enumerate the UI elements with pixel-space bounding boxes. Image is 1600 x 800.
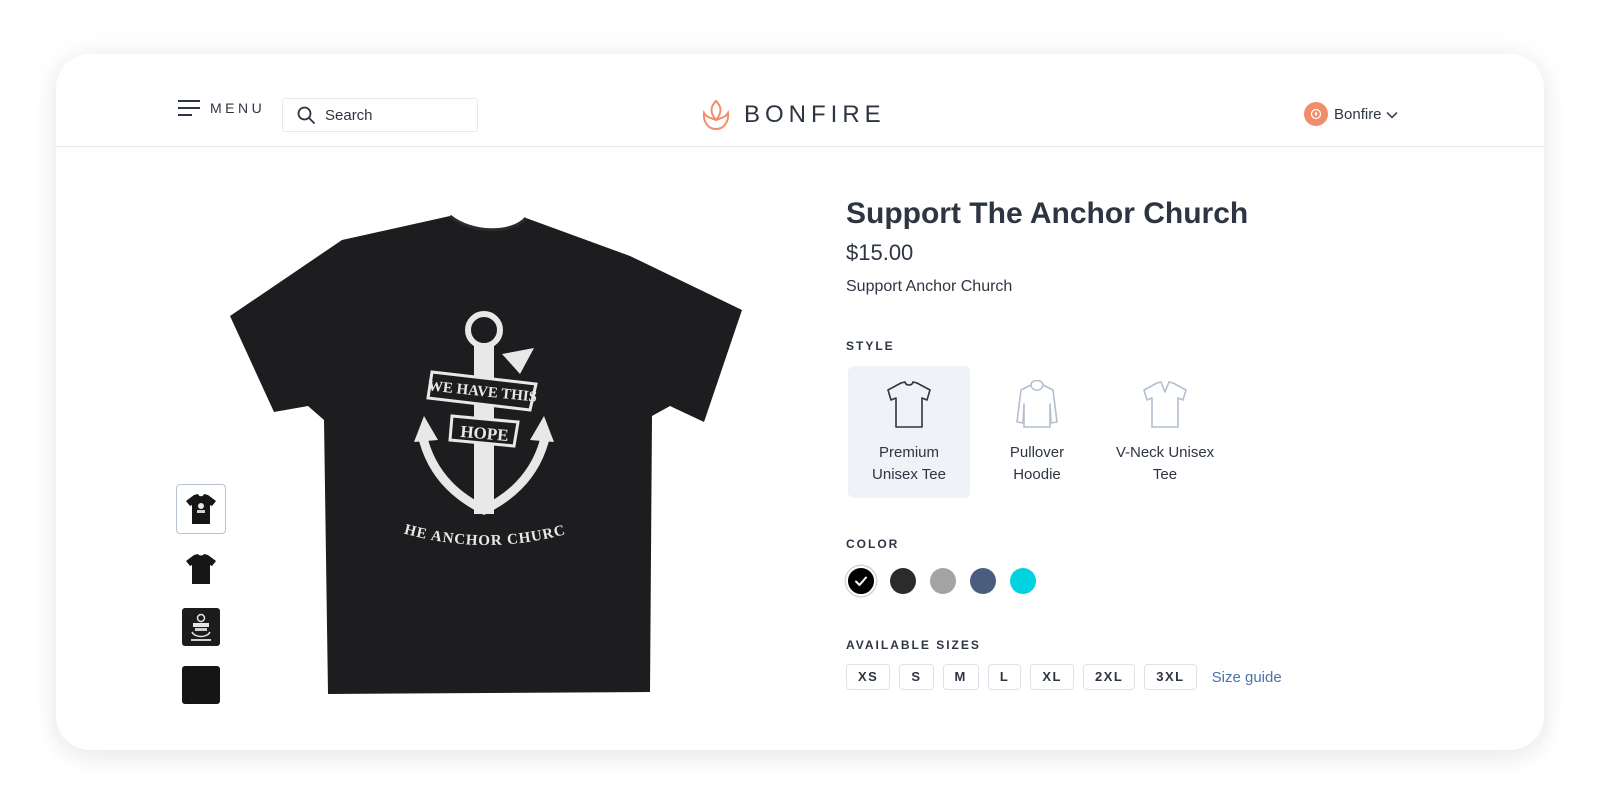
site-header: MENU BONFIRE Bonfire <box>56 54 1544 147</box>
size-option-3xl[interactable]: 3XL <box>1144 664 1197 690</box>
search-input[interactable] <box>323 105 467 125</box>
menu-button[interactable]: MENU <box>178 100 265 116</box>
style-option-premium-unisex-tee[interactable]: Premium Unisex Tee <box>848 366 970 498</box>
color-swatches <box>846 566 1050 596</box>
size-option-l[interactable]: L <box>987 664 1022 690</box>
size-option-xl[interactable]: XL <box>1030 664 1074 690</box>
size-option-s[interactable]: S <box>899 664 934 690</box>
hamburger-icon <box>178 100 200 116</box>
brand-logo[interactable]: BONFIRE <box>702 98 886 132</box>
tshirt-back-thumbnail-icon <box>186 554 216 584</box>
thumbnail-front[interactable] <box>176 484 226 534</box>
design-closeup-thumbnail-icon <box>182 608 220 646</box>
color-swatch-charcoal[interactable] <box>890 568 916 594</box>
sizes-label: AVAILABLE SIZES <box>846 638 981 652</box>
product-page-card: MENU BONFIRE Bonfire <box>56 54 1544 750</box>
search-icon <box>297 106 315 124</box>
color-swatch-black[interactable] <box>846 566 876 596</box>
tshirt-front-thumbnail-icon <box>186 494 216 524</box>
size-option-2xl[interactable]: 2XL <box>1082 664 1136 690</box>
color-swatch-cyan[interactable] <box>1010 568 1036 594</box>
thumbnail-fabric[interactable] <box>176 660 226 710</box>
avatar <box>1304 102 1328 126</box>
product-details: Support The Anchor Church $15.00 Support… <box>846 196 1486 690</box>
brand-name: BONFIRE <box>744 101 886 128</box>
style-options: Premium Unisex Tee Pullover Hoodie V-Nec… <box>848 366 1232 498</box>
style-option-label: V-Neck Unisex Tee <box>1115 444 1215 483</box>
chevron-down-icon <box>1386 111 1398 119</box>
size-guide-link[interactable]: Size guide <box>1212 669 1282 686</box>
size-options: XS S M L XL 2XL 3XL Size guide <box>846 664 1282 690</box>
color-swatch-gray[interactable] <box>930 568 956 594</box>
bonfire-avatar-icon <box>1310 108 1322 120</box>
style-option-pullover-hoodie[interactable]: Pullover Hoodie <box>976 366 1098 498</box>
fabric-swatch-thumbnail-icon <box>182 666 220 704</box>
search-box <box>282 98 478 132</box>
color-label: COLOR <box>846 537 900 551</box>
vneck-icon <box>1143 381 1187 428</box>
account-menu[interactable]: Bonfire <box>1304 102 1398 126</box>
bonfire-flame-icon <box>702 99 730 131</box>
color-swatch-navy[interactable] <box>970 568 996 594</box>
tshirt-icon <box>887 381 931 428</box>
size-option-xs[interactable]: XS <box>846 664 891 690</box>
product-title: Support The Anchor Church <box>846 197 1249 230</box>
size-option-m[interactable]: M <box>942 664 979 690</box>
style-option-vneck-unisex-tee[interactable]: V-Neck Unisex Tee <box>1104 366 1226 498</box>
product-price: $15.00 <box>846 240 914 265</box>
style-label: STYLE <box>846 339 895 353</box>
hoodie-icon <box>1016 380 1058 428</box>
style-option-label: Premium Unisex Tee <box>872 444 946 483</box>
style-option-label: Pullover Hoodie <box>1009 444 1065 483</box>
product-main-image: WE HAVE THIS HOPE - THE ANCHOR CHURCH - <box>226 204 742 694</box>
account-name: Bonfire <box>1334 105 1382 123</box>
thumbnail-design-closeup[interactable] <box>176 602 226 652</box>
check-icon <box>855 576 867 586</box>
thumbnail-back[interactable] <box>176 544 226 594</box>
product-description: Support Anchor Church <box>846 278 1013 295</box>
menu-label: MENU <box>210 100 266 116</box>
